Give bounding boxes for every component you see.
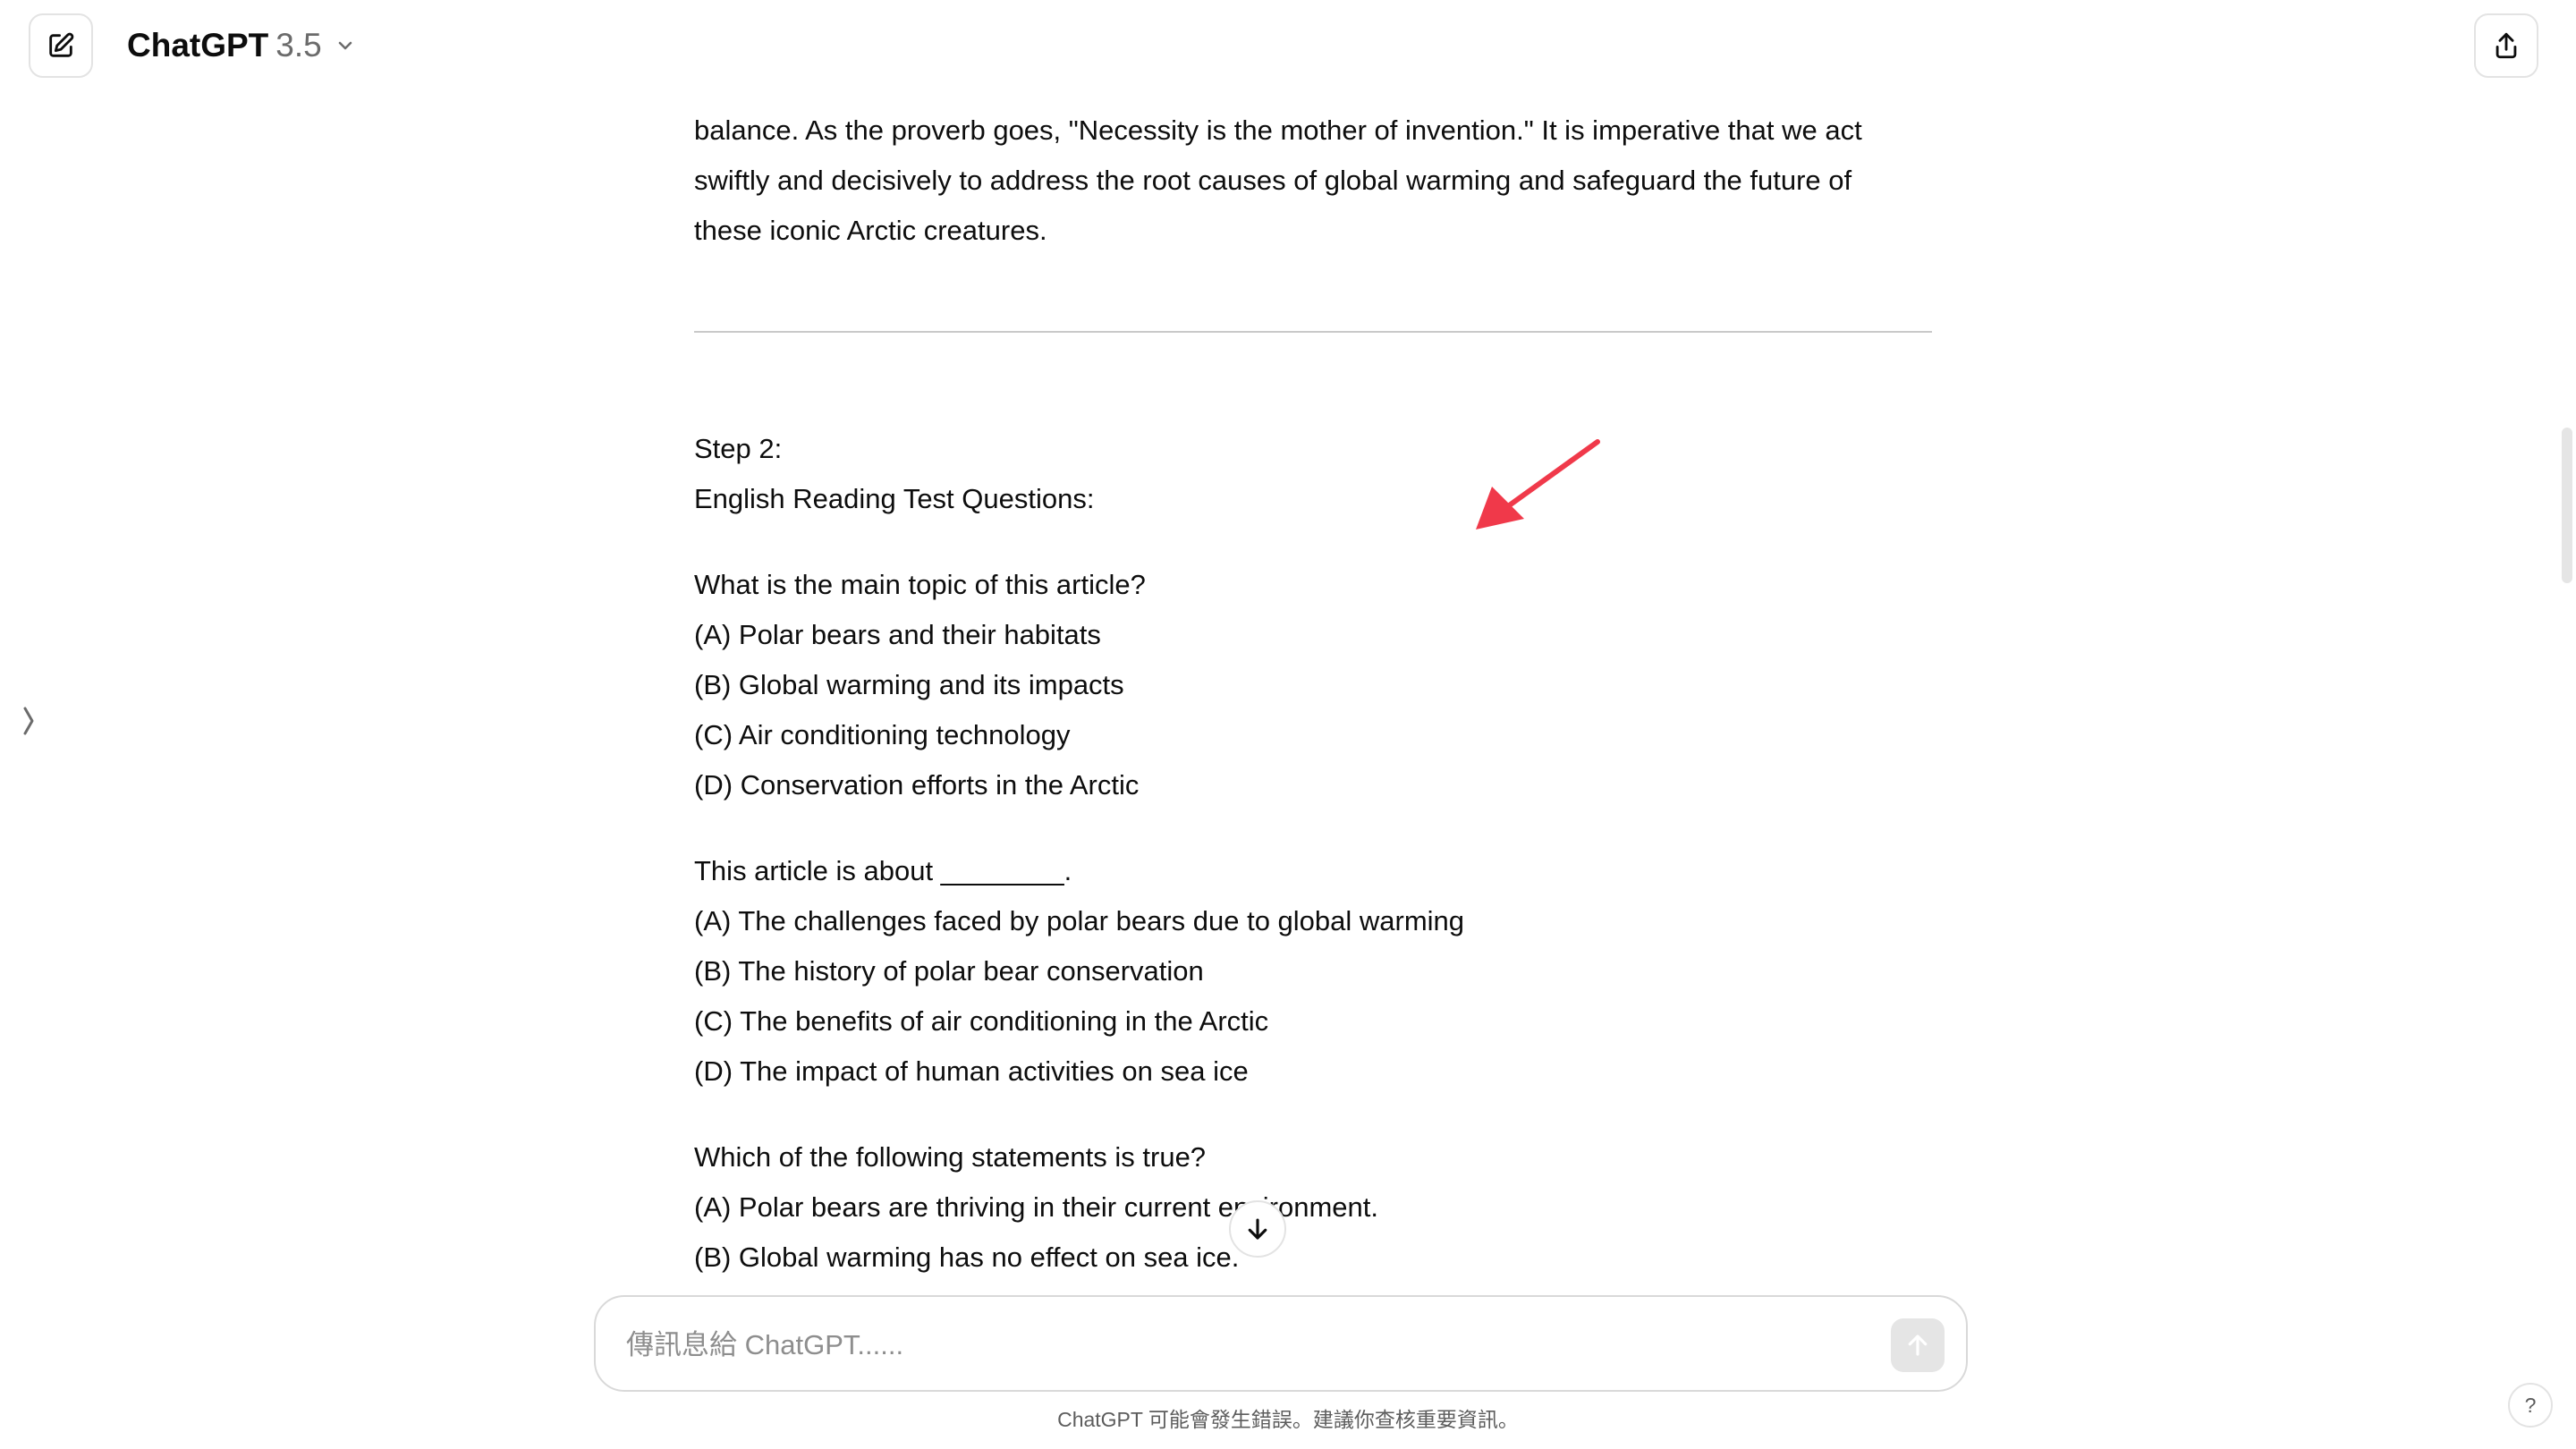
question-3: Which of the following statements is tru… xyxy=(694,1132,1932,1283)
question-option: (D) Conservation efforts in the Arctic xyxy=(694,769,1140,801)
question-text: This article is about ________. xyxy=(694,855,1072,886)
message-line: swiftly and decisively to address the ro… xyxy=(694,165,1852,196)
question-option: (D) The impact of human activities on se… xyxy=(694,1055,1249,1087)
message-input[interactable] xyxy=(624,1318,1844,1372)
share-icon xyxy=(2496,32,2517,59)
arrow-down-icon xyxy=(1248,1218,1267,1240)
question-option: (B) Global warming and its impacts xyxy=(694,669,1124,700)
question-2: This article is about ________. (A) The … xyxy=(694,846,1932,1097)
question-option: (B) Global warming has no effect on sea … xyxy=(694,1241,1240,1273)
message-line: balance. As the proverb goes, "Necessity… xyxy=(694,114,1862,146)
annotation-arrow-shaft xyxy=(1505,439,1600,509)
new-chat-icon xyxy=(49,32,74,57)
chevron-down-icon xyxy=(338,41,352,50)
question-option: (A) Polar bears and their habitats xyxy=(694,619,1101,650)
conversation-area: balance. As the proverb goes, "Necessity… xyxy=(694,93,1932,1293)
help-label: ? xyxy=(2524,1393,2537,1417)
model-version: 3.5 xyxy=(275,27,322,64)
question-option: (C) Air conditioning technology xyxy=(694,719,1071,750)
top-header: ChatGPT 3.5 xyxy=(0,0,2576,93)
arrow-up-icon xyxy=(1908,1335,1928,1356)
question-option: (A) Polar bears are thriving in their cu… xyxy=(694,1191,1378,1223)
annotation-arrow-icon xyxy=(1476,439,1600,530)
question-text: What is the main topic of this article? xyxy=(694,569,1146,600)
section-title: English Reading Test Questions: xyxy=(694,483,1095,514)
message-composer xyxy=(594,1295,1968,1392)
scroll-to-bottom-button[interactable] xyxy=(1229,1200,1286,1258)
question-1: What is the main topic of this article? … xyxy=(694,560,1932,810)
new-chat-button[interactable] xyxy=(29,13,93,78)
chatgpt-app: ChatGPT 3.5 balance. As the proverb goes… xyxy=(0,0,2576,1449)
step-heading: Step 2: English Reading Test Questions: xyxy=(694,424,1932,524)
question-option: (C) The benefits of air conditioning in … xyxy=(694,1005,1269,1037)
model-selector[interactable]: ChatGPT 3.5 xyxy=(127,20,356,72)
scrollbar-thumb[interactable] xyxy=(2562,428,2572,583)
message-line: these iconic Arctic creatures. xyxy=(694,215,1047,246)
message-intro: balance. As the proverb goes, "Necessity… xyxy=(694,106,1932,256)
question-option: (A) The challenges faced by polar bears … xyxy=(694,905,1465,936)
help-button[interactable]: ? xyxy=(2508,1383,2553,1428)
model-name: ChatGPT xyxy=(127,27,269,64)
disclaimer-text: ChatGPT 可能會發生錯誤。建議你查核重要資訊。 xyxy=(1057,1408,1519,1431)
horizontal-rule xyxy=(694,331,1932,333)
question-option: (B) The history of polar bear conservati… xyxy=(694,955,1204,987)
step-label: Step 2: xyxy=(694,433,783,464)
sidebar-toggle-icon xyxy=(23,707,34,735)
send-button[interactable] xyxy=(1891,1318,1945,1372)
annotation-arrow-head xyxy=(1476,487,1524,530)
sidebar-toggle-button[interactable] xyxy=(18,699,39,742)
question-text: Which of the following statements is tru… xyxy=(694,1141,1207,1173)
share-button[interactable] xyxy=(2474,13,2538,78)
